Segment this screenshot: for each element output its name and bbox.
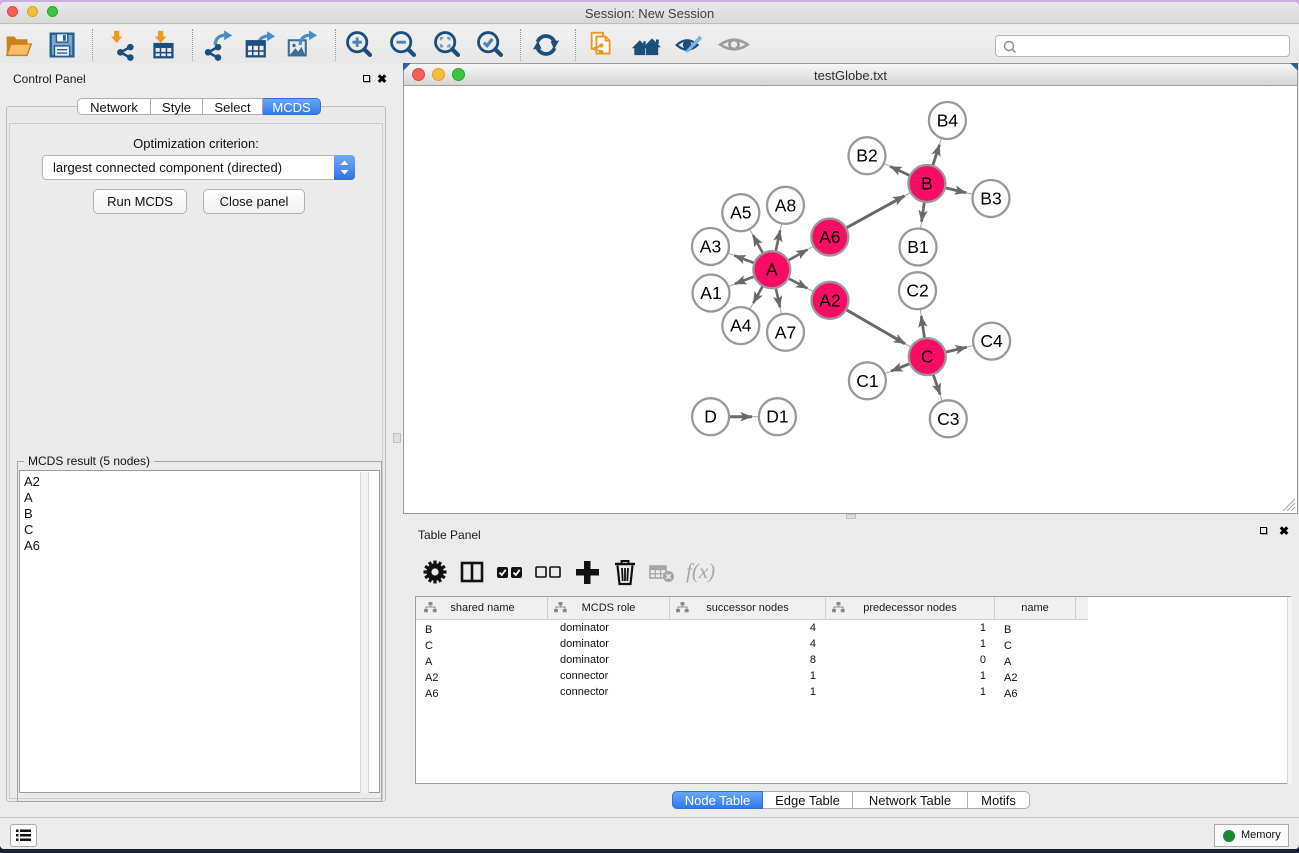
svg-text:A1: A1	[700, 283, 721, 303]
svg-text:B: B	[921, 174, 933, 194]
svg-text:B2: B2	[856, 146, 877, 166]
svg-text:A4: A4	[730, 316, 752, 336]
svg-text:C3: C3	[937, 409, 959, 429]
svg-text:A: A	[766, 260, 778, 280]
svg-text:A7: A7	[775, 322, 796, 342]
svg-text:C: C	[921, 347, 934, 367]
svg-text:A3: A3	[700, 237, 721, 257]
svg-text:D1: D1	[766, 407, 788, 427]
svg-text:D: D	[704, 407, 717, 427]
svg-text:A2: A2	[819, 290, 840, 310]
svg-text:A5: A5	[730, 203, 751, 223]
svg-text:B1: B1	[907, 237, 928, 257]
svg-text:A8: A8	[775, 195, 796, 215]
svg-text:B4: B4	[937, 111, 959, 131]
svg-text:A6: A6	[819, 227, 840, 247]
svg-text:B3: B3	[980, 189, 1001, 209]
svg-text:C2: C2	[906, 281, 928, 301]
svg-text:C1: C1	[856, 371, 878, 391]
svg-text:C4: C4	[980, 331, 1003, 351]
